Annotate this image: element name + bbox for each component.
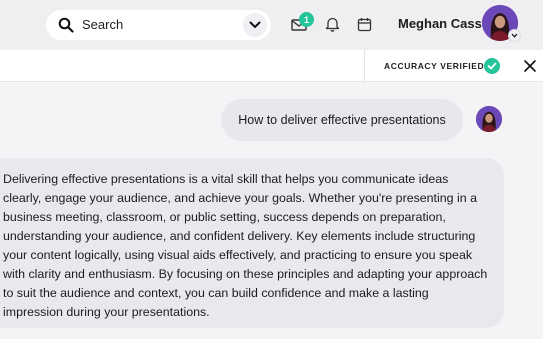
user-name[interactable]: Meghan Cass [398, 16, 482, 31]
search-dropdown-button[interactable] [243, 13, 267, 37]
search-icon [58, 17, 74, 33]
search-label: Search [82, 17, 124, 32]
search-box[interactable]: Search [46, 10, 271, 40]
notifications-button[interactable] [322, 14, 342, 34]
avatar-image [476, 106, 502, 132]
assistant-message-text: Delivering effective presentations is a … [3, 172, 488, 319]
close-icon[interactable] [523, 59, 537, 73]
chevron-down-icon [249, 21, 261, 28]
accuracy-bar: ACCURACY VERIFIED [0, 50, 543, 82]
user-message-text: How to deliver effective presentations [238, 113, 446, 127]
user-message: How to deliver effective presentations [221, 99, 463, 141]
chevron-down-icon [511, 33, 518, 38]
avatar [476, 106, 502, 132]
divider [364, 50, 365, 82]
mail-count-badge: 1 [299, 12, 314, 27]
calendar-icon [357, 17, 371, 31]
account-menu-button[interactable] [508, 29, 521, 42]
top-bar: Search 1 Meghan Cass [0, 0, 543, 50]
bell-icon [325, 17, 339, 32]
assistant-message: Delivering effective presentations is a … [0, 158, 504, 328]
accuracy-status: ACCURACY VERIFIED [384, 61, 485, 71]
check-icon [484, 58, 500, 74]
calendar-button[interactable] [354, 14, 374, 34]
